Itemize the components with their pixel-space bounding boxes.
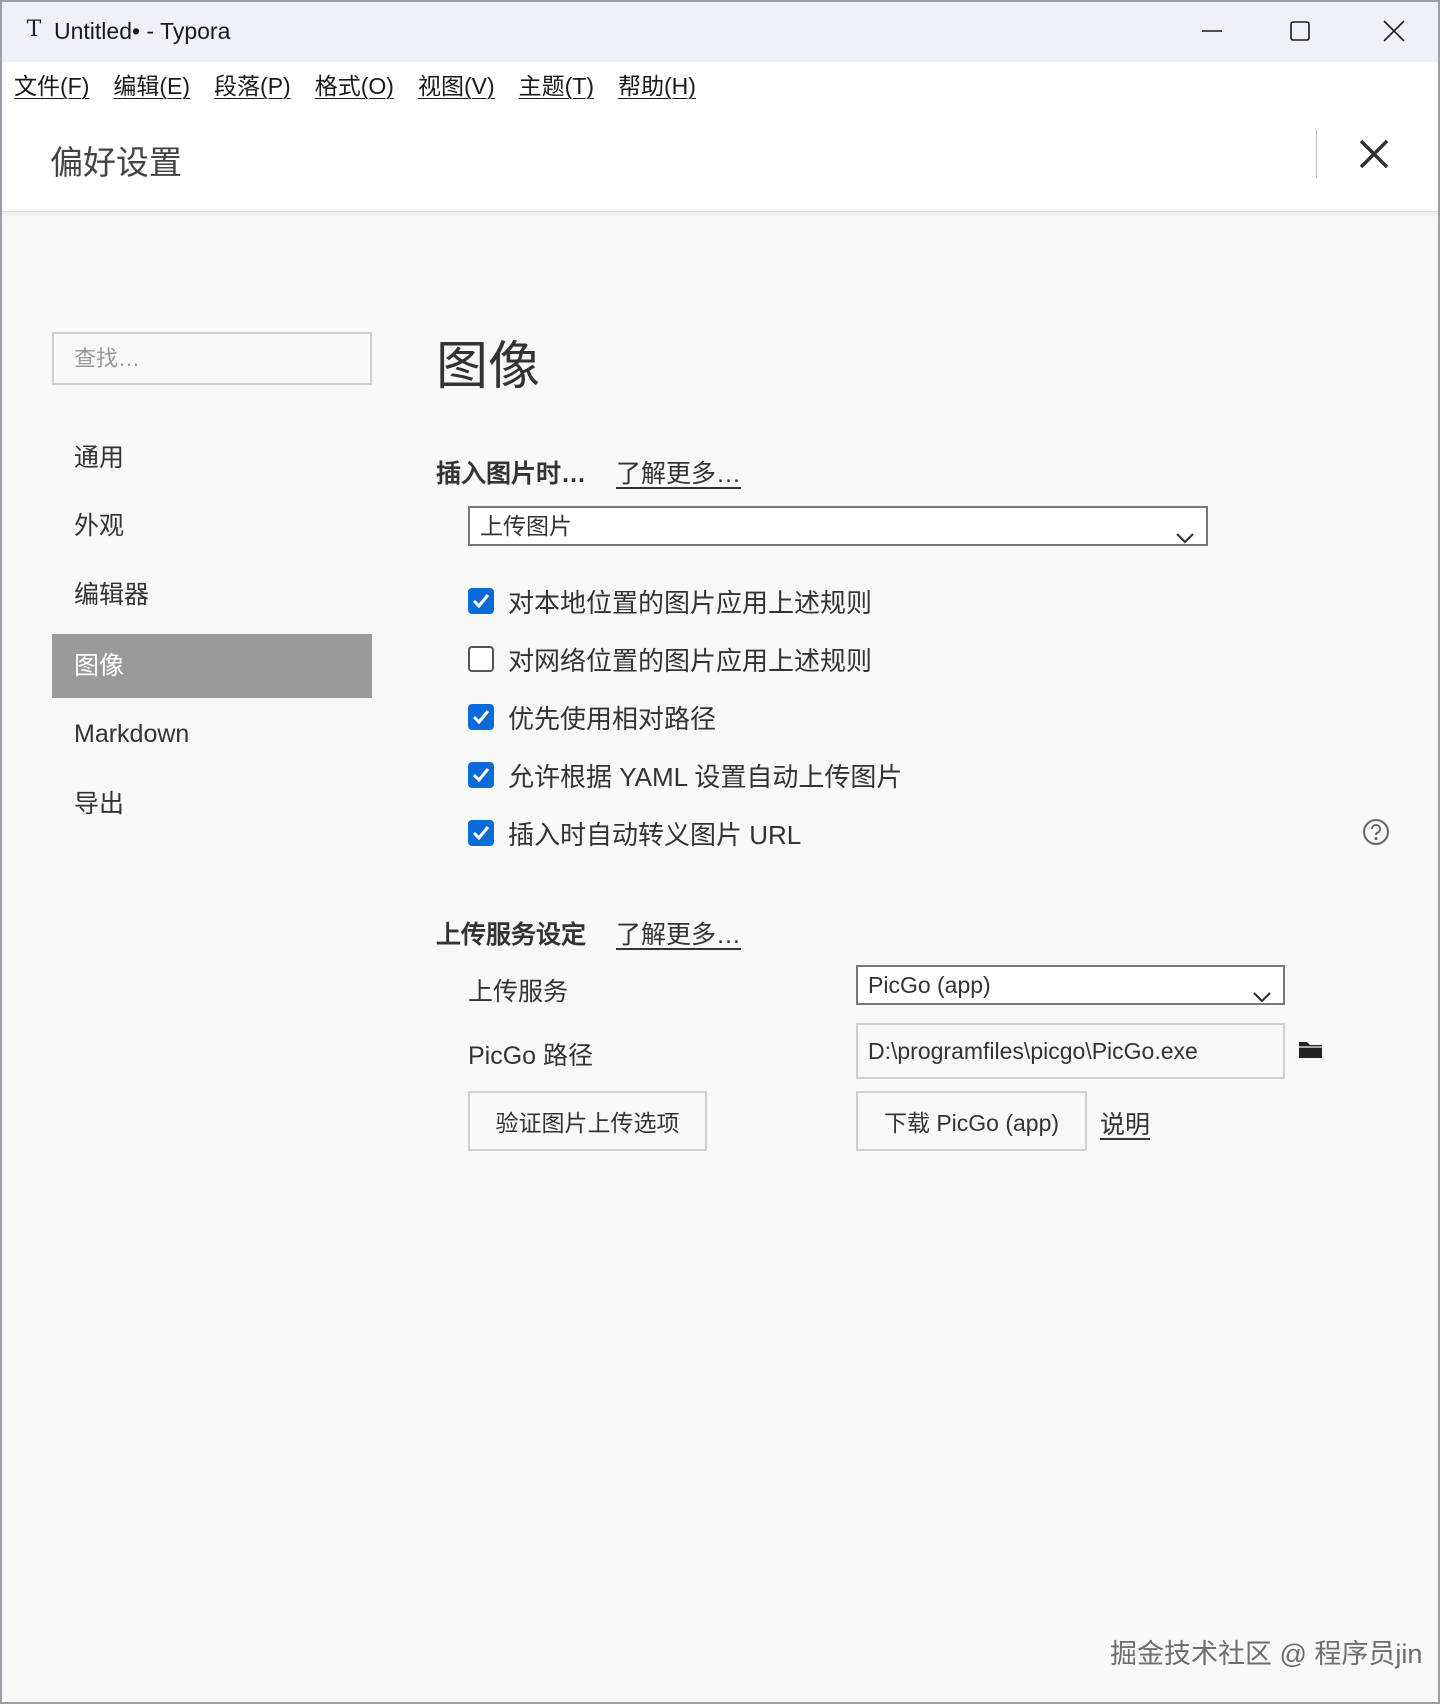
- insert-learn-more-link[interactable]: 了解更多…: [616, 454, 741, 490]
- option-label: 插入时自动转义图片 URL: [508, 819, 802, 850]
- checkmark-icon: [472, 594, 490, 609]
- insert-action-select[interactable]: 上传图片: [468, 506, 1208, 546]
- option-label: 允许根据 YAML 设置自动上传图片: [508, 761, 903, 792]
- option-relative-path[interactable]: 优先使用相对路径: [468, 700, 716, 734]
- download-picgo-button[interactable]: 下载 PicGo (app): [856, 1091, 1087, 1151]
- section-title: 图像: [436, 338, 541, 396]
- insert-image-label: 插入图片时…: [436, 460, 587, 488]
- checkmark-icon: [472, 826, 490, 841]
- option-local-images[interactable]: 对本地位置的图片应用上述规则: [468, 584, 872, 618]
- picgo-path-input[interactable]: [856, 1023, 1285, 1079]
- minimize-button[interactable]: [1166, 2, 1258, 60]
- insert-action-value: 上传图片: [480, 513, 572, 539]
- maximize-button[interactable]: [1254, 2, 1346, 60]
- upload-learn-more-link[interactable]: 了解更多…: [616, 915, 741, 951]
- checkbox-checked[interactable]: [468, 820, 494, 846]
- option-label: 对网络位置的图片应用上述规则: [508, 645, 873, 676]
- upload-service-select[interactable]: PicGo (app): [856, 965, 1285, 1005]
- checkbox-checked[interactable]: [468, 704, 494, 730]
- menu-file[interactable]: 文件(F): [14, 67, 89, 101]
- window-title: Untitled• - Typora: [54, 18, 231, 44]
- menu-paragraph[interactable]: 段落(P): [214, 67, 291, 101]
- typora-window: T Untitled• - Typora 文件(F) 编辑(E) 段落(P) 格…: [0, 0, 1440, 1704]
- sidebar-item-image[interactable]: 图像: [52, 634, 372, 698]
- option-network-images[interactable]: 对网络位置的图片应用上述规则: [468, 642, 872, 676]
- documentation-link[interactable]: 说明: [1100, 1105, 1150, 1141]
- sidebar-item-markdown[interactable]: Markdown: [52, 702, 372, 766]
- maximize-icon: [1290, 21, 1310, 41]
- typora-app-icon: T: [26, 17, 42, 42]
- option-escape-url[interactable]: 插入时自动转义图片 URL: [468, 816, 801, 850]
- sidebar-item-export[interactable]: 导出: [52, 772, 372, 836]
- chevron-down-icon: [1253, 978, 1271, 1003]
- checkmark-icon: [472, 768, 490, 783]
- sidebar-item-editor[interactable]: 编辑器: [52, 563, 372, 627]
- option-yaml-upload[interactable]: 允许根据 YAML 设置自动上传图片: [468, 758, 902, 792]
- watermark: 掘金技术社区 @ 程序员jin: [1110, 1639, 1423, 1669]
- upload-service-label: 上传服务设定: [436, 921, 587, 949]
- menu-help[interactable]: 帮助(H): [618, 67, 696, 101]
- option-label: 优先使用相对路径: [508, 703, 717, 734]
- minimize-icon: [1202, 30, 1222, 32]
- search-input[interactable]: [52, 332, 372, 385]
- help-icon[interactable]: [1362, 818, 1390, 846]
- checkbox-checked[interactable]: [468, 588, 494, 614]
- upload-service-field-label: 上传服务: [468, 978, 569, 1006]
- preferences-header: 偏好设置: [2, 106, 1438, 212]
- close-icon: [1383, 20, 1405, 42]
- menu-format[interactable]: 格式(O): [315, 67, 394, 101]
- checkmark-icon: [472, 710, 490, 725]
- chevron-down-icon: [1176, 519, 1194, 544]
- sidebar-item-general[interactable]: 通用: [52, 426, 372, 490]
- close-preferences-button[interactable]: [1354, 134, 1394, 174]
- title-bar: T Untitled• - Typora: [2, 2, 1438, 62]
- preferences-title: 偏好设置: [50, 144, 182, 181]
- picgo-path-label: PicGo 路径: [468, 1042, 594, 1070]
- close-icon: [1359, 139, 1389, 169]
- option-label: 对本地位置的图片应用上述规则: [508, 587, 873, 618]
- sidebar-item-appearance[interactable]: 外观: [52, 494, 372, 558]
- menu-view[interactable]: 视图(V): [418, 67, 495, 101]
- checkbox-checked[interactable]: [468, 762, 494, 788]
- header-divider: [1316, 130, 1317, 178]
- folder-icon[interactable]: [1298, 1038, 1324, 1060]
- verify-upload-button[interactable]: 验证图片上传选项: [468, 1091, 707, 1151]
- close-window-button[interactable]: [1348, 2, 1438, 60]
- menu-edit[interactable]: 编辑(E): [113, 67, 190, 101]
- checkbox-unchecked[interactable]: [468, 646, 494, 672]
- menu-theme[interactable]: 主题(T): [519, 67, 594, 101]
- menu-bar: 文件(F) 编辑(E) 段落(P) 格式(O) 视图(V) 主题(T) 帮助(H…: [2, 62, 1438, 106]
- upload-service-value: PicGo (app): [868, 972, 991, 998]
